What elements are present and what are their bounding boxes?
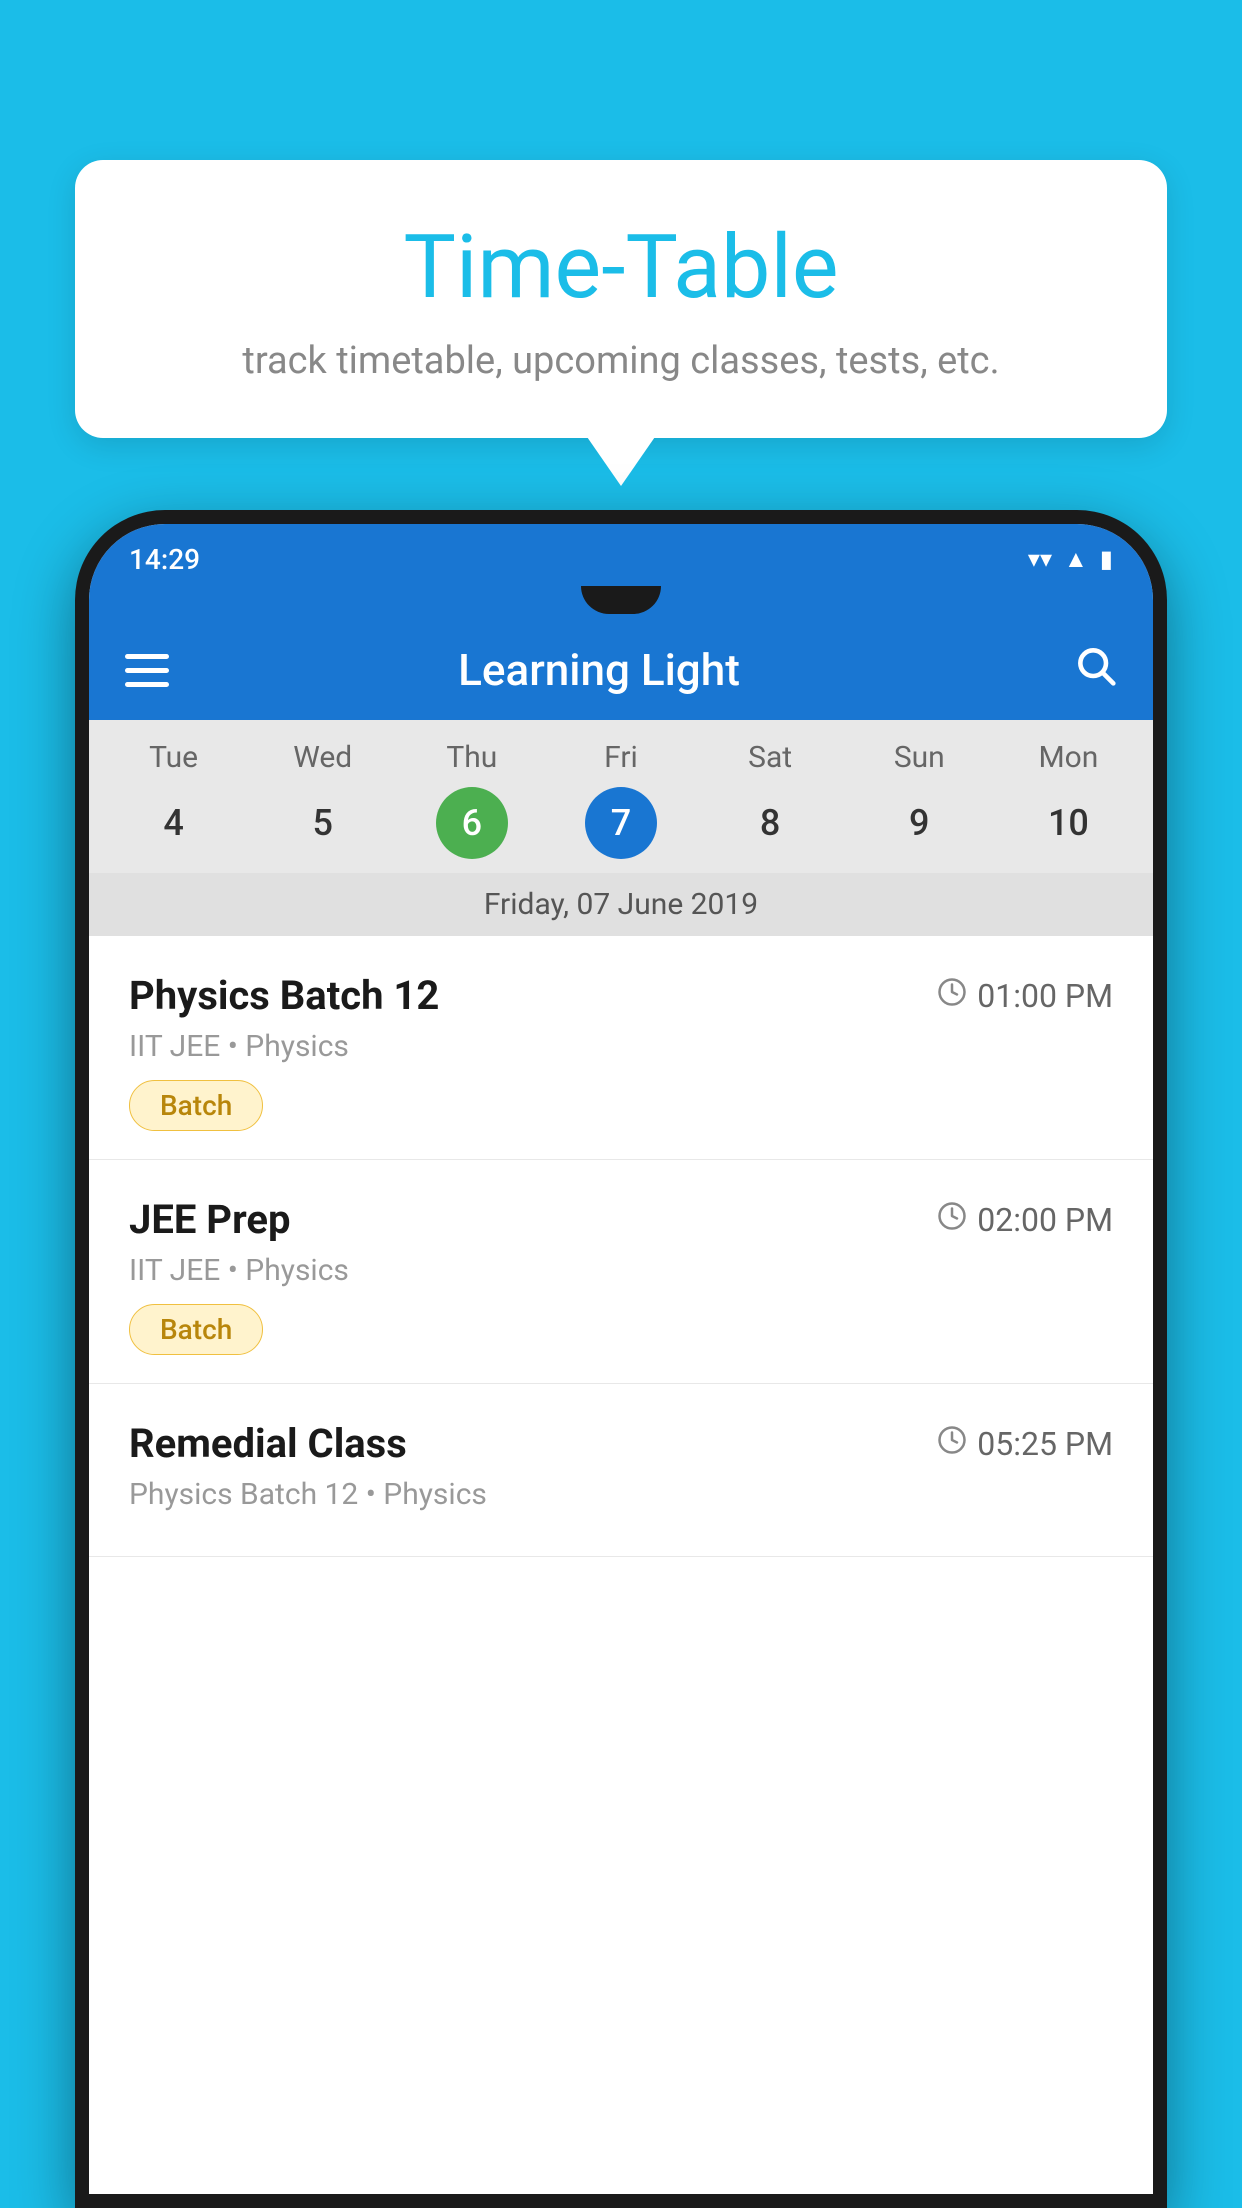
schedule-item-1[interactable]: Physics Batch 12 01:00 PM IIT JEE • Phys… xyxy=(89,936,1153,1160)
day-tue: Tue xyxy=(99,740,248,775)
selected-date-display: Friday, 07 June 2019 xyxy=(89,873,1153,936)
clock-icon-2 xyxy=(937,1201,967,1239)
date-4[interactable]: 4 xyxy=(99,787,248,859)
item-3-title: Remedial Class xyxy=(129,1420,407,1467)
item-1-time-text: 01:00 PM xyxy=(977,977,1113,1015)
item-3-time-text: 05:25 PM xyxy=(977,1425,1113,1463)
phone-screen: 14:29 ▾▾ ▲ ▮ Learning Light xyxy=(89,524,1153,2194)
tooltip-title: Time-Table xyxy=(135,220,1107,317)
date-5[interactable]: 5 xyxy=(248,787,397,859)
item-2-time: 02:00 PM xyxy=(937,1201,1113,1239)
day-wed: Wed xyxy=(248,740,397,775)
status-time: 14:29 xyxy=(129,543,200,576)
battery-icon: ▮ xyxy=(1100,545,1113,573)
item-1-badge: Batch xyxy=(129,1080,263,1131)
status-icons: ▾▾ ▲ ▮ xyxy=(1028,545,1113,574)
dates-row: 4 5 6 7 8 9 10 xyxy=(89,781,1153,873)
day-thu: Thu xyxy=(397,740,546,775)
notch xyxy=(581,586,661,614)
app-bar: Learning Light xyxy=(89,620,1153,720)
days-header: Tue Wed Thu Fri Sat Sun Mon xyxy=(89,720,1153,781)
item-1-title: Physics Batch 12 xyxy=(129,972,439,1019)
phone-mockup: 14:29 ▾▾ ▲ ▮ Learning Light xyxy=(75,510,1167,2208)
date-6[interactable]: 6 xyxy=(397,787,546,859)
status-bar: 14:29 ▾▾ ▲ ▮ xyxy=(89,524,1153,586)
day-sat: Sat xyxy=(696,740,845,775)
schedule-item-2[interactable]: JEE Prep 02:00 PM IIT JEE • Physics Batc… xyxy=(89,1160,1153,1384)
item-3-subtitle: Physics Batch 12 • Physics xyxy=(129,1477,1113,1512)
clock-icon-1 xyxy=(937,977,967,1015)
date-9[interactable]: 9 xyxy=(845,787,994,859)
day-mon: Mon xyxy=(994,740,1143,775)
calendar-section: Tue Wed Thu Fri Sat Sun Mon 4 5 6 7 8 9 … xyxy=(89,720,1153,936)
item-2-subtitle: IIT JEE • Physics xyxy=(129,1253,1113,1288)
item-2-title: JEE Prep xyxy=(129,1196,290,1243)
tooltip-subtitle: track timetable, upcoming classes, tests… xyxy=(135,339,1107,383)
schedule-item-3[interactable]: Remedial Class 05:25 PM Physics Batch 12… xyxy=(89,1384,1153,1557)
item-1-subtitle: IIT JEE • Physics xyxy=(129,1029,1113,1064)
item-2-header: JEE Prep 02:00 PM xyxy=(129,1196,1113,1243)
signal-icon: ▲ xyxy=(1064,545,1088,574)
item-3-header: Remedial Class 05:25 PM xyxy=(129,1420,1113,1467)
item-3-time: 05:25 PM xyxy=(937,1425,1113,1463)
hamburger-menu-button[interactable] xyxy=(125,654,175,687)
date-8[interactable]: 8 xyxy=(696,787,845,859)
schedule-list: Physics Batch 12 01:00 PM IIT JEE • Phys… xyxy=(89,936,1153,2194)
notch-area xyxy=(89,586,1153,620)
search-button[interactable] xyxy=(1073,643,1117,698)
tooltip-card: Time-Table track timetable, upcoming cla… xyxy=(75,160,1167,438)
day-fri: Fri xyxy=(546,740,695,775)
day-sun: Sun xyxy=(845,740,994,775)
item-1-header: Physics Batch 12 01:00 PM xyxy=(129,972,1113,1019)
clock-icon-3 xyxy=(937,1425,967,1463)
item-1-time: 01:00 PM xyxy=(937,977,1113,1015)
date-7[interactable]: 7 xyxy=(546,787,695,859)
item-2-time-text: 02:00 PM xyxy=(977,1201,1113,1239)
date-10[interactable]: 10 xyxy=(994,787,1143,859)
wifi-icon: ▾▾ xyxy=(1028,545,1052,573)
app-title: Learning Light xyxy=(175,644,1073,696)
item-2-badge: Batch xyxy=(129,1304,263,1355)
